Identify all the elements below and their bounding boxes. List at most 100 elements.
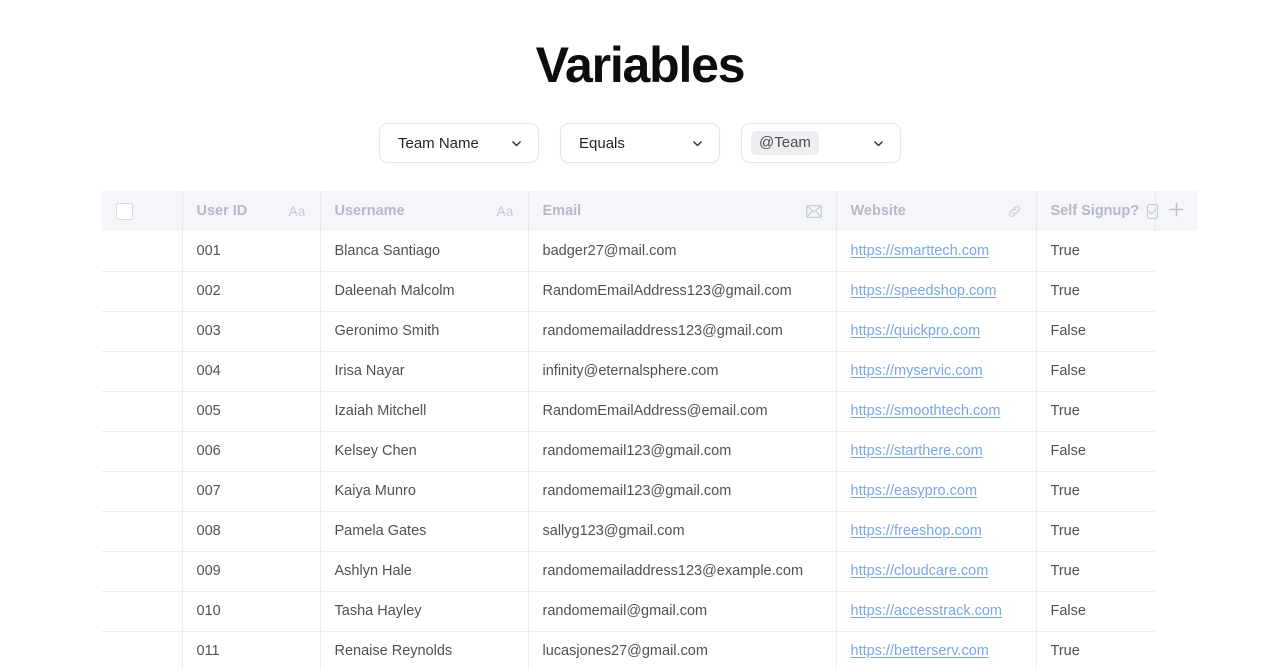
cell-user-id[interactable]: 007 [182, 471, 321, 512]
cell-email[interactable]: randomemail@gmail.com [528, 591, 837, 632]
cell-email[interactable]: sallyg123@gmail.com [528, 511, 837, 552]
cell-username[interactable]: Tasha Hayley [320, 591, 529, 632]
table-row[interactable]: 006 Kelsey Chen randomemail123@gmail.com ht… [102, 431, 1198, 472]
cell-self-signup[interactable]: False [1036, 311, 1155, 352]
cell-email[interactable]: lucasjones27@gmail.com [528, 631, 837, 670]
cell-website[interactable]: https://myservic.com [836, 351, 1037, 392]
select-all-checkbox[interactable] [116, 202, 133, 220]
cell-username[interactable]: Irisa Nayar [320, 351, 529, 392]
cell-email[interactable]: infinity@eternalsphere.com [528, 351, 837, 392]
cell-username[interactable]: Ashlyn Hale [320, 551, 529, 592]
cell-username[interactable]: Blanca Santiago [320, 231, 529, 272]
cell-user-id[interactable]: 009 [182, 551, 321, 592]
cell-user-id[interactable]: 011 [182, 631, 321, 670]
cell-email[interactable]: RandomEmailAddress123@gmail.com [528, 271, 837, 312]
cell-user-id[interactable]: 010 [182, 591, 321, 632]
row-select-cell[interactable] [102, 431, 183, 472]
website-link[interactable]: https://accesstrack.com [851, 603, 1003, 619]
add-column-button[interactable] [1169, 191, 1185, 231]
cell-website[interactable]: https://speedshop.com [836, 271, 1037, 312]
cell-self-signup[interactable]: True [1036, 631, 1155, 670]
cell-username[interactable]: Pamela Gates [320, 511, 529, 552]
website-link[interactable]: https://betterserv.com [851, 643, 989, 659]
cell-username[interactable]: Kaiya Munro [320, 471, 529, 512]
cell-website[interactable]: https://freeshop.com [836, 511, 1037, 552]
website-link[interactable]: https://smarttech.com [851, 243, 990, 259]
cell-website[interactable]: https://easypro.com [836, 471, 1037, 512]
column-header-username[interactable]: Username Aa [320, 191, 529, 231]
cell-self-signup[interactable]: True [1036, 271, 1155, 312]
table-row[interactable]: 001 Blanca Santiago badger27@mail.com https… [102, 231, 1198, 272]
cell-username[interactable]: Kelsey Chen [320, 431, 529, 472]
filter-value-token[interactable]: @Team [751, 131, 819, 155]
row-select-cell[interactable] [102, 311, 183, 352]
filter-field-dropdown[interactable]: Team Name [379, 123, 539, 163]
website-link[interactable]: https://smoothtech.com [851, 403, 1001, 419]
cell-email[interactable]: randomemail123@gmail.com [528, 471, 837, 512]
cell-username[interactable]: Geronimo Smith [320, 311, 529, 352]
cell-website[interactable]: https://cloudcare.com [836, 551, 1037, 592]
cell-email[interactable]: RandomEmailAddress@email.com [528, 391, 837, 432]
cell-user-id[interactable]: 005 [182, 391, 321, 432]
row-select-cell[interactable] [102, 631, 183, 670]
website-link[interactable]: https://quickpro.com [851, 323, 981, 339]
cell-username[interactable]: Izaiah Mitchell [320, 391, 529, 432]
website-link[interactable]: https://myservic.com [851, 363, 983, 379]
row-select-cell[interactable] [102, 551, 183, 592]
table-row[interactable]: 002 Daleenah Malcolm RandomEmailAddress123… [102, 271, 1198, 312]
column-header-self-signup[interactable]: Self Signup? [1036, 191, 1159, 231]
table-row[interactable]: 008 Pamela Gates sallyg123@gmail.com https:… [102, 511, 1198, 552]
cell-self-signup[interactable]: True [1036, 511, 1155, 552]
cell-user-id[interactable]: 004 [182, 351, 321, 392]
table-row[interactable]: 007 Kaiya Munro randomemail123@gmail.com ht… [102, 471, 1198, 512]
cell-website[interactable]: https://starthere.com [836, 431, 1037, 472]
table-row[interactable]: 004 Irisa Nayar infinity@eternalsphere.com… [102, 351, 1198, 392]
cell-website[interactable]: https://smarttech.com [836, 231, 1037, 272]
cell-email[interactable]: randomemail123@gmail.com [528, 431, 837, 472]
cell-username[interactable]: Daleenah Malcolm [320, 271, 529, 312]
row-select-cell[interactable] [102, 591, 183, 632]
cell-self-signup[interactable]: True [1036, 471, 1155, 512]
column-header-add-column[interactable] [1155, 191, 1198, 231]
website-link[interactable]: https://cloudcare.com [851, 563, 989, 579]
row-select-cell[interactable] [102, 511, 183, 552]
column-header-user-id[interactable]: User ID Aa [182, 191, 321, 231]
column-header-email[interactable]: Email [528, 191, 837, 231]
table-row[interactable]: 010 Tasha Hayley randomemail@gmail.com http… [102, 591, 1198, 632]
row-select-cell[interactable] [102, 351, 183, 392]
cell-website[interactable]: https://betterserv.com [836, 631, 1037, 670]
row-select-cell[interactable] [102, 471, 183, 512]
column-header-website[interactable]: Website [836, 191, 1037, 231]
website-link[interactable]: https://easypro.com [851, 483, 978, 499]
cell-user-id[interactable]: 002 [182, 271, 321, 312]
cell-user-id[interactable]: 006 [182, 431, 321, 472]
table-row[interactable]: 003 Geronimo Smith randomemailaddress123@g… [102, 311, 1198, 352]
table-row[interactable]: 009 Ashlyn Hale randomemailaddress123@exam… [102, 551, 1198, 592]
cell-user-id[interactable]: 001 [182, 231, 321, 272]
cell-self-signup[interactable]: True [1036, 551, 1155, 592]
row-select-cell[interactable] [102, 391, 183, 432]
cell-self-signup[interactable]: True [1036, 391, 1155, 432]
website-link[interactable]: https://starthere.com [851, 443, 983, 459]
filter-operator-dropdown[interactable]: Equals [560, 123, 720, 163]
cell-user-id[interactable]: 003 [182, 311, 321, 352]
website-link[interactable]: https://freeshop.com [851, 523, 982, 539]
cell-user-id[interactable]: 008 [182, 511, 321, 552]
website-link[interactable]: https://speedshop.com [851, 283, 997, 299]
cell-website[interactable]: https://accesstrack.com [836, 591, 1037, 632]
row-select-cell[interactable] [102, 271, 183, 312]
cell-self-signup[interactable]: True [1036, 231, 1155, 272]
row-select-cell[interactable] [102, 231, 183, 272]
table-row[interactable]: 011 Renaise Reynolds lucasjones27@gmail.co… [102, 631, 1198, 670]
cell-email[interactable]: badger27@mail.com [528, 231, 837, 272]
cell-website[interactable]: https://quickpro.com [836, 311, 1037, 352]
table-row[interactable]: 005 Izaiah Mitchell RandomEmailAddress@ema… [102, 391, 1198, 432]
cell-self-signup[interactable]: False [1036, 591, 1155, 632]
cell-website[interactable]: https://smoothtech.com [836, 391, 1037, 432]
cell-email[interactable]: randomemailaddress123@gmail.com [528, 311, 837, 352]
filter-value-dropdown[interactable]: @Team [741, 123, 901, 163]
cell-username[interactable]: Renaise Reynolds [320, 631, 529, 670]
cell-email[interactable]: randomemailaddress123@example.com [528, 551, 837, 592]
cell-self-signup[interactable]: False [1036, 351, 1155, 392]
cell-self-signup[interactable]: False [1036, 431, 1155, 472]
